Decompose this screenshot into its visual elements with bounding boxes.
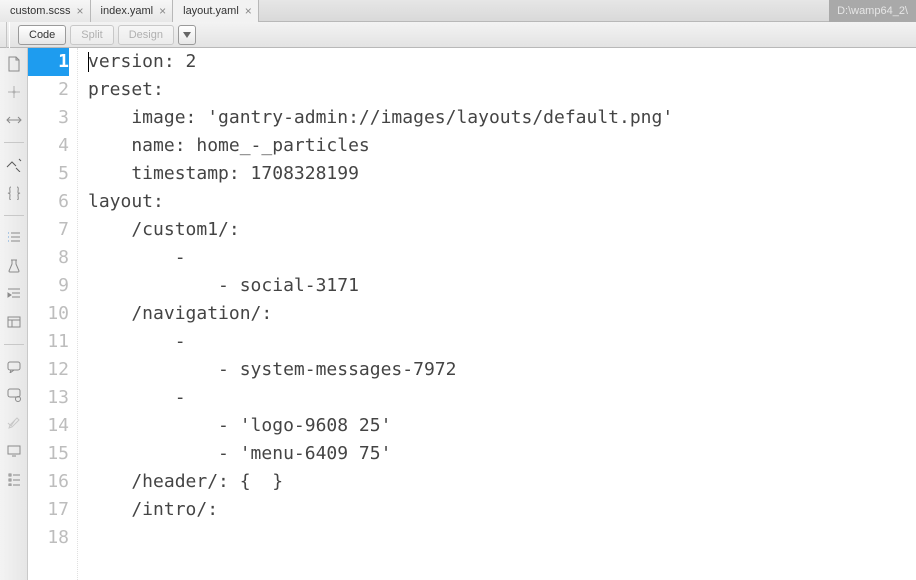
line-number: 13 bbox=[28, 384, 69, 412]
code-line[interactable]: /header/: { } bbox=[88, 468, 916, 496]
tab-label: layout.yaml bbox=[183, 5, 239, 17]
code-line[interactable]: layout: bbox=[88, 188, 916, 216]
line-number: 5 bbox=[28, 160, 69, 188]
rail-separator bbox=[4, 142, 24, 143]
tab-label: index.yaml bbox=[101, 5, 154, 17]
line-number: 11 bbox=[28, 328, 69, 356]
close-icon[interactable]: × bbox=[77, 5, 84, 17]
line-gutter: 123456789101112131415161718 bbox=[28, 48, 78, 580]
line-number: 3 bbox=[28, 104, 69, 132]
code-line[interactable]: /custom1/: bbox=[88, 216, 916, 244]
code-line[interactable]: - system-messages-7972 bbox=[88, 356, 916, 384]
line-number: 1 bbox=[28, 48, 69, 76]
tree-icon[interactable] bbox=[6, 471, 22, 487]
comment-icon[interactable] bbox=[6, 359, 22, 375]
code-line[interactable]: - bbox=[88, 244, 916, 272]
line-number: 18 bbox=[28, 524, 69, 552]
code-line[interactable]: image: 'gantry-admin://images/layouts/de… bbox=[88, 104, 916, 132]
code-line[interactable]: version: 2 bbox=[88, 48, 916, 76]
tab-custom-scss[interactable]: custom.scss × bbox=[0, 0, 91, 22]
left-icon-rail bbox=[0, 48, 28, 580]
pencil-check-icon[interactable] bbox=[6, 415, 22, 431]
code-line[interactable]: - 'logo-9608 25' bbox=[88, 412, 916, 440]
chevron-down-icon bbox=[183, 32, 191, 38]
line-number: 6 bbox=[28, 188, 69, 216]
flask-icon[interactable] bbox=[6, 258, 22, 274]
line-number: 17 bbox=[28, 496, 69, 524]
tab-index-yaml[interactable]: index.yaml × bbox=[91, 0, 174, 22]
code-line[interactable]: /navigation/: bbox=[88, 300, 916, 328]
rail-separator bbox=[4, 215, 24, 216]
line-number: 4 bbox=[28, 132, 69, 160]
tab-label: custom.scss bbox=[10, 5, 71, 17]
code-line[interactable]: name: home_-_particles bbox=[88, 132, 916, 160]
line-number: 2 bbox=[28, 76, 69, 104]
braces-icon[interactable] bbox=[6, 185, 22, 201]
indent-icon[interactable] bbox=[6, 286, 22, 302]
rail-separator bbox=[4, 344, 24, 345]
code-line[interactable] bbox=[88, 524, 916, 552]
document-icon[interactable] bbox=[6, 56, 22, 72]
tab-layout-yaml[interactable]: layout.yaml × bbox=[173, 0, 259, 22]
view-toolbar: Code Split Design bbox=[0, 22, 916, 48]
file-path: D:\wamp64_2\ bbox=[829, 0, 916, 22]
navigate-icon[interactable] bbox=[6, 157, 22, 173]
line-number: 14 bbox=[28, 412, 69, 440]
close-icon[interactable]: × bbox=[159, 5, 166, 17]
code-line[interactable]: - 'menu-6409 75' bbox=[88, 440, 916, 468]
line-number: 10 bbox=[28, 300, 69, 328]
line-number: 12 bbox=[28, 356, 69, 384]
line-number: 8 bbox=[28, 244, 69, 272]
text-cursor bbox=[88, 52, 89, 72]
line-number: 7 bbox=[28, 216, 69, 244]
line-number: 16 bbox=[28, 468, 69, 496]
expand-width-icon[interactable] bbox=[6, 112, 22, 128]
code-view-button[interactable]: Code bbox=[18, 25, 66, 45]
list-icon[interactable] bbox=[6, 230, 22, 246]
split-view-button[interactable]: Split bbox=[70, 25, 113, 45]
line-number: 9 bbox=[28, 272, 69, 300]
view-dropdown-button[interactable] bbox=[178, 25, 196, 45]
code-line[interactable]: timestamp: 1708328199 bbox=[88, 160, 916, 188]
close-icon[interactable]: × bbox=[245, 5, 252, 17]
code-line[interactable]: - bbox=[88, 384, 916, 412]
toolbar-separator bbox=[6, 22, 10, 48]
code-editor[interactable]: 123456789101112131415161718 version: 2pr… bbox=[28, 48, 916, 580]
work-area: 123456789101112131415161718 version: 2pr… bbox=[0, 48, 916, 580]
collapse-icon[interactable] bbox=[6, 84, 22, 100]
code-line[interactable]: /intro/: bbox=[88, 496, 916, 524]
design-view-button[interactable]: Design bbox=[118, 25, 174, 45]
code-line[interactable]: - bbox=[88, 328, 916, 356]
code-line[interactable]: - social-3171 bbox=[88, 272, 916, 300]
code-content[interactable]: version: 2preset: image: 'gantry-admin:/… bbox=[78, 48, 916, 580]
line-number: 15 bbox=[28, 440, 69, 468]
layout-icon[interactable] bbox=[6, 314, 22, 330]
tab-bar: custom.scss × index.yaml × layout.yaml ×… bbox=[0, 0, 916, 22]
code-line[interactable]: preset: bbox=[88, 76, 916, 104]
bookmark-icon[interactable] bbox=[6, 387, 22, 403]
screen-icon[interactable] bbox=[6, 443, 22, 459]
